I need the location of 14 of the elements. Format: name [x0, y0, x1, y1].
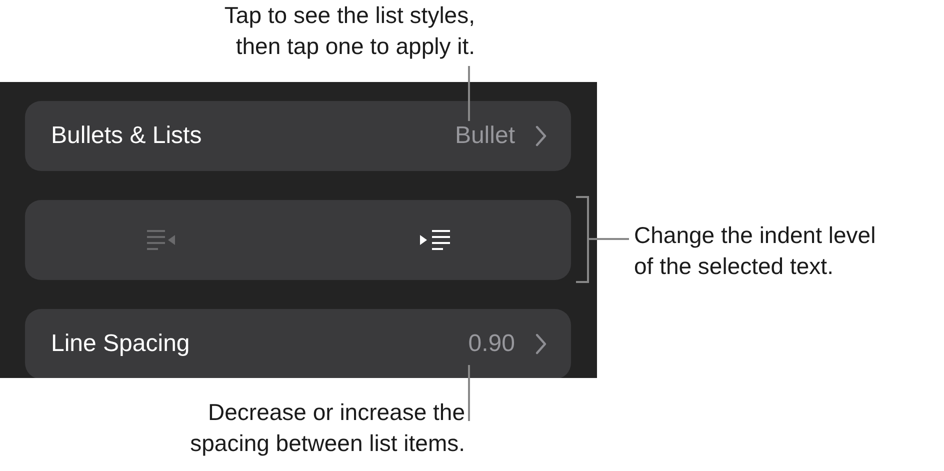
callout-text: Change the indent level of the selected text.: [634, 221, 876, 281]
settings-row[interactable]: Line Spacing 0.90: [25, 309, 571, 378]
chevron-icon: [535, 125, 547, 147]
callout-text: Decrease or increase the spacing between list items.: [190, 398, 465, 458]
settings-row[interactable]: Bullets & Lists Bullet: [25, 101, 571, 171]
row-value: 0.90: [468, 330, 515, 358]
callout-text: Tap to see the list styles, then tap one to apply it.: [224, 1, 475, 61]
leader-line: [468, 365, 470, 421]
leader-line: [589, 238, 629, 240]
leader-line: [468, 66, 470, 121]
row-label: Bullets & Lists: [51, 122, 203, 150]
row-label: Line Spacing: [51, 330, 191, 358]
chevron-icon: [535, 333, 547, 355]
row-value: Bullet: [454, 122, 515, 150]
